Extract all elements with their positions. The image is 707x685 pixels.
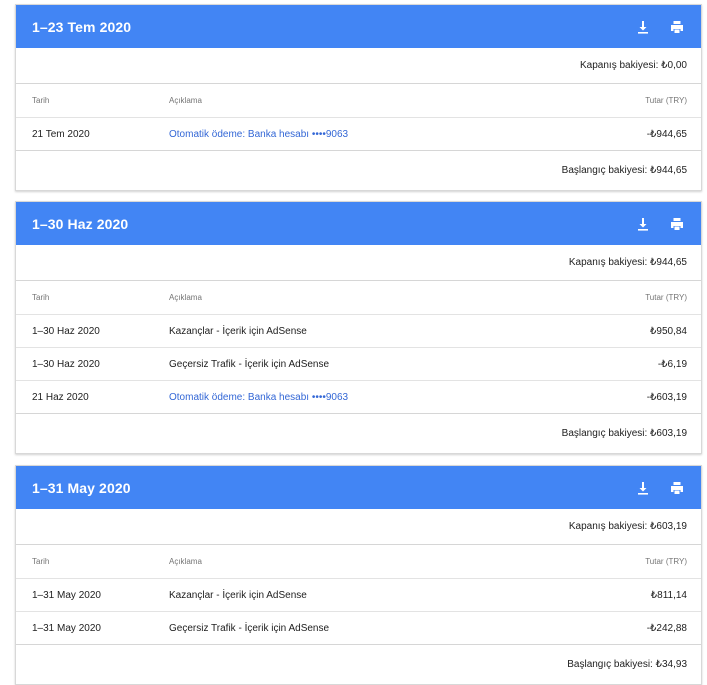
row-amount: -₺242,88 [646, 622, 687, 634]
column-description: Açıklama [169, 96, 202, 105]
opening-balance: Başlangıç bakiyesi: ₺944,65 [16, 150, 701, 190]
column-date: Tarih [32, 293, 50, 302]
table-row: 1–31 May 2020 Kazançlar - İçerik için Ad… [16, 578, 701, 611]
statement-header: 1–30 Haz 2020 [16, 202, 701, 245]
statement-header: 1–31 May 2020 [16, 466, 701, 509]
statement-card-may-2020: 1–31 May 2020 Kapanış bakiyesi: ₺603,19 … [15, 465, 702, 685]
statement-title: 1–30 Haz 2020 [32, 215, 129, 232]
table-header: Tarih Açıklama Tutar (TRY) [16, 84, 701, 117]
statement-title: 1–31 May 2020 [32, 479, 131, 496]
row-description-link[interactable]: Otomatik ödeme: Banka hesabı ••••9063 [169, 129, 567, 140]
column-amount: Tutar (TRY) [645, 293, 687, 302]
row-date: 1–30 Haz 2020 [32, 358, 100, 370]
row-amount: -₺603,19 [646, 391, 687, 403]
row-description: Geçersiz Trafik - İçerik için AdSense [169, 358, 330, 370]
closing-balance: Kapanış bakiyesi: ₺603,19 [16, 509, 701, 545]
statement-card-jul-2020: 1–23 Tem 2020 Kapanış bakiyesi: ₺0,00 Ta… [15, 4, 702, 191]
print-icon[interactable] [669, 19, 685, 35]
row-date: 1–30 Haz 2020 [32, 325, 100, 337]
row-amount: -₺6,19 [657, 358, 687, 370]
column-amount: Tutar (TRY) [645, 557, 687, 566]
header-actions [635, 19, 685, 35]
statement-card-jun-2020: 1–30 Haz 2020 Kapanış bakiyesi: ₺944,65 … [15, 201, 702, 454]
row-amount: ₺811,14 [650, 589, 687, 601]
statement-header: 1–23 Tem 2020 [16, 5, 701, 48]
row-description: Kazançlar - İçerik için AdSense [169, 589, 307, 601]
row-description-link[interactable]: Otomatik ödeme: Banka hesabı ••••9063 [169, 392, 567, 403]
header-actions [635, 480, 685, 496]
opening-balance: Başlangıç bakiyesi: ₺34,93 [16, 644, 701, 684]
row-amount: -₺944,65 [646, 128, 687, 140]
download-icon[interactable] [635, 19, 651, 35]
table-row: 1–30 Haz 2020 Kazançlar - İçerik için Ad… [16, 314, 701, 347]
closing-balance: Kapanış bakiyesi: ₺0,00 [16, 48, 701, 84]
table-header: Tarih Açıklama Tutar (TRY) [16, 545, 701, 578]
table-row: 21 Haz 2020 Otomatik ödeme: Banka hesabı… [16, 380, 701, 413]
opening-balance: Başlangıç bakiyesi: ₺603,19 [16, 413, 701, 453]
table-row: 21 Tem 2020 Otomatik ödeme: Banka hesabı… [16, 117, 701, 150]
statement-title: 1–23 Tem 2020 [32, 18, 132, 35]
table-header: Tarih Açıklama Tutar (TRY) [16, 281, 701, 314]
column-description: Açıklama [169, 557, 202, 566]
row-description: Geçersiz Trafik - İçerik için AdSense [169, 622, 330, 634]
row-description: Kazançlar - İçerik için AdSense [169, 325, 307, 337]
column-date: Tarih [32, 557, 50, 566]
column-description: Açıklama [169, 293, 202, 302]
column-amount: Tutar (TRY) [645, 96, 687, 105]
row-date: 21 Tem 2020 [32, 128, 90, 140]
row-date: 1–31 May 2020 [32, 622, 101, 634]
table-row: 1–31 May 2020 Geçersiz Trafik - İçerik i… [16, 611, 701, 644]
print-icon[interactable] [669, 480, 685, 496]
download-icon[interactable] [635, 480, 651, 496]
row-date: 1–31 May 2020 [32, 589, 101, 601]
header-actions [635, 216, 685, 232]
table-row: 1–30 Haz 2020 Geçersiz Trafik - İçerik i… [16, 347, 701, 380]
print-icon[interactable] [669, 216, 685, 232]
closing-balance: Kapanış bakiyesi: ₺944,65 [16, 245, 701, 281]
download-icon[interactable] [635, 216, 651, 232]
row-date: 21 Haz 2020 [32, 391, 89, 403]
column-date: Tarih [32, 96, 50, 105]
row-amount: ₺950,84 [650, 325, 687, 337]
